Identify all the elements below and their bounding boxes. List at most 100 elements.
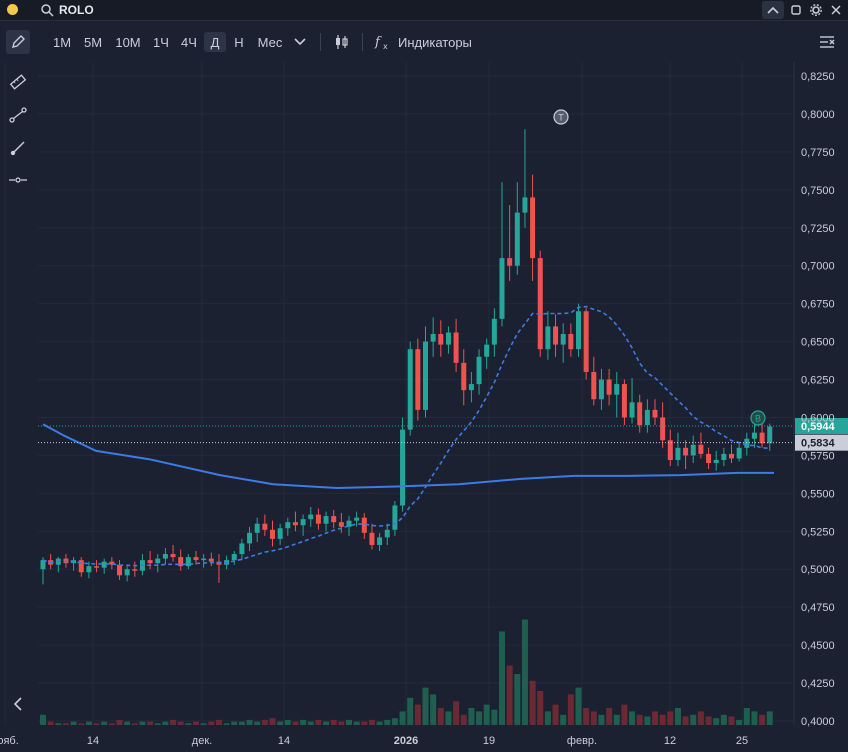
volume-bar — [736, 719, 743, 725]
candle-body — [155, 558, 161, 564]
volume-bar — [414, 704, 421, 725]
y-tick-label: 0,4750 — [801, 602, 835, 614]
candle-body — [315, 514, 321, 524]
volume-bar — [200, 723, 207, 725]
y-tick-label: 0,6500 — [801, 337, 835, 349]
volume-bar — [254, 721, 261, 725]
candle-body — [545, 326, 551, 350]
trade-marker-label: B — [755, 414, 761, 424]
candle-body — [354, 517, 360, 521]
candle-body — [591, 371, 597, 400]
volume-bar — [728, 716, 735, 725]
candle-body — [369, 532, 375, 545]
candle-body — [514, 212, 520, 266]
volume-bar — [636, 714, 643, 725]
y-tick-label: 0,6750 — [801, 299, 835, 311]
candle-body — [377, 537, 383, 545]
candle-body — [644, 409, 650, 426]
y-tick-label: 0,8250 — [801, 71, 835, 83]
volume-bar — [529, 680, 536, 725]
candle-body — [170, 554, 176, 558]
volume-bar — [246, 719, 253, 725]
x-tick-label: 19 — [483, 735, 495, 747]
y-tick-label: 0,7500 — [801, 185, 835, 197]
candle-body — [576, 311, 581, 350]
candle-body — [453, 332, 459, 363]
candle-body — [285, 522, 291, 529]
volume-bar — [682, 716, 689, 725]
x-tick-label: 2026 — [394, 735, 418, 747]
volume-bar — [690, 714, 697, 725]
volume-bar — [590, 711, 597, 725]
volume-bar — [720, 714, 727, 725]
candle-body — [667, 440, 673, 460]
y-tick-label: 0,4000 — [801, 716, 835, 728]
candle-body — [254, 523, 260, 533]
volume-bar — [177, 721, 184, 725]
volume-bar — [55, 723, 62, 725]
volume-bar — [453, 701, 460, 725]
candle-body — [507, 258, 513, 266]
volume-bar — [338, 721, 345, 725]
volume-bar — [376, 721, 383, 725]
candle-body — [40, 560, 46, 570]
y-tick-label: 0,4250 — [801, 678, 835, 690]
volume-bar — [422, 687, 429, 725]
volume-bar — [368, 719, 375, 725]
volume-bar — [445, 711, 452, 725]
candle-body — [560, 334, 566, 345]
trade-marker-label: T — [558, 113, 564, 123]
volume-bar — [667, 711, 674, 725]
volume-bar — [231, 721, 238, 725]
candle-body — [468, 384, 474, 391]
candle-body — [736, 447, 742, 459]
volume-bar — [346, 719, 352, 725]
candle-body — [706, 453, 712, 463]
candle-body — [231, 554, 237, 561]
candle-body — [262, 523, 268, 530]
volume-bar — [108, 723, 115, 725]
price-chart[interactable]: 0,59440,5834 0,82500,80000,77500,75000,7… — [0, 0, 848, 752]
candle-body — [193, 557, 199, 561]
candle-body — [522, 197, 528, 213]
volume-bar — [713, 718, 720, 725]
volume-bar — [460, 714, 467, 725]
volume-bar — [499, 631, 505, 725]
candle-body — [331, 516, 337, 523]
candle-body — [690, 444, 696, 456]
volume-bar — [399, 711, 406, 725]
volume-bar — [743, 708, 750, 725]
volume-bar — [613, 714, 620, 725]
y-tick-label: 0,7250 — [801, 223, 835, 235]
volume-bar — [93, 723, 100, 725]
y-tick-label: 0,5000 — [801, 564, 835, 576]
volume-bar — [537, 691, 544, 725]
volume-bar — [483, 704, 490, 725]
y-tick-label: 0,4500 — [801, 640, 835, 652]
x-tick-label: дек. — [192, 735, 212, 747]
x-tick-label: 14 — [87, 735, 99, 747]
y-axis: 0,8250 0,8000 0,7750 0,7500 0,7250 0,7000 0,67… — [801, 71, 835, 728]
volume-bar — [147, 721, 154, 725]
volume-bar — [575, 687, 582, 725]
candle-body — [117, 564, 122, 576]
y-tick-label: 0,7750 — [801, 147, 835, 159]
volume-bar — [705, 716, 712, 725]
volume-bar — [407, 697, 414, 725]
volume-bar — [583, 708, 590, 725]
volume-bar — [437, 708, 444, 725]
volume-bar — [47, 721, 54, 725]
y-tick-label: 0,5500 — [801, 488, 835, 500]
volume-bar — [292, 721, 299, 725]
candle-body — [606, 379, 612, 395]
candle-body — [338, 522, 344, 527]
candle-body — [323, 516, 329, 524]
candle-body — [94, 566, 100, 568]
candle-body — [499, 258, 505, 319]
candle-body — [239, 543, 245, 555]
candle-body — [553, 326, 559, 345]
volume-bar — [468, 708, 475, 725]
volume-bar — [644, 716, 651, 725]
candle-body — [392, 505, 398, 530]
candle-body — [660, 417, 666, 441]
